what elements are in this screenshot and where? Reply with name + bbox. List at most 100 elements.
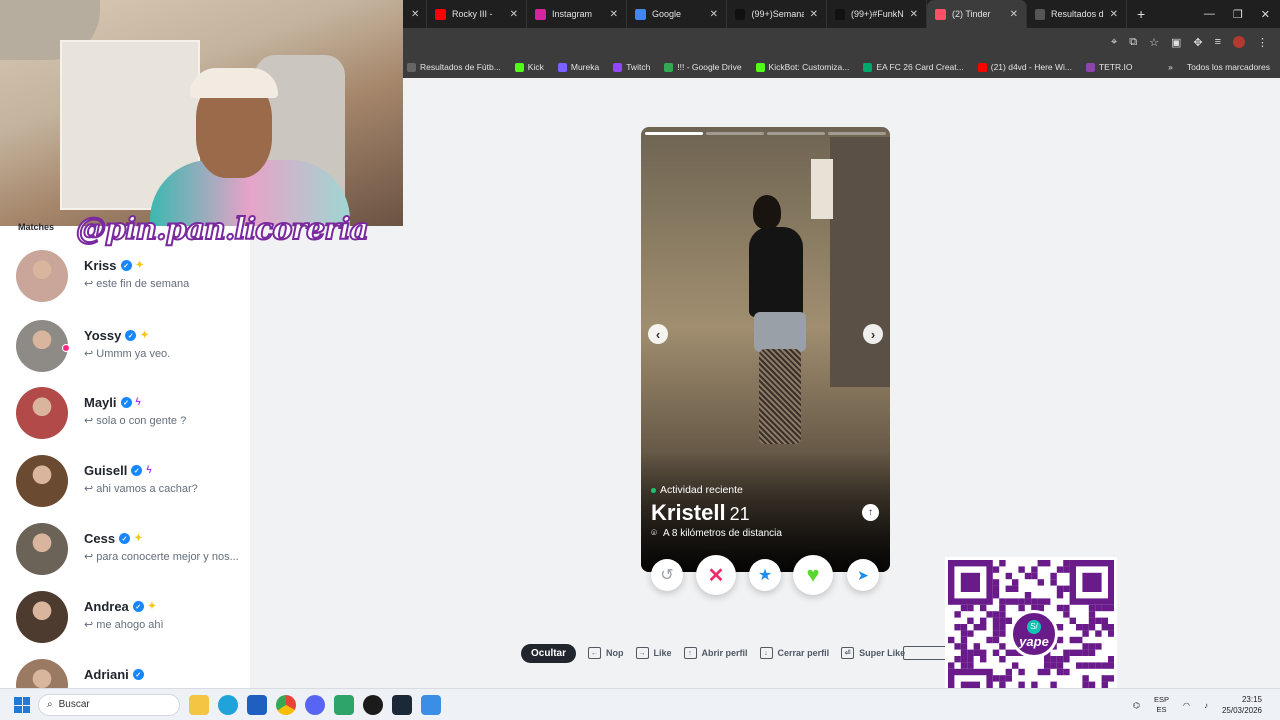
notepad-icon[interactable]	[334, 694, 354, 715]
bookmark-item[interactable]: KickBot: Customiza...	[755, 62, 849, 72]
hide-shortcuts-button[interactable]: Ocultar	[521, 643, 577, 663]
bookmark-item[interactable]: EA FC 26 Card Creat...	[863, 62, 964, 72]
photos-icon[interactable]	[421, 694, 441, 715]
match-badge-icon: ✦	[135, 260, 144, 271]
avatar[interactable]	[16, 523, 68, 575]
close-tab-icon[interactable]: ✕	[1010, 9, 1018, 20]
rewind-button[interactable]: ↺	[651, 559, 683, 591]
matches-label[interactable]: Matches	[18, 222, 54, 232]
profile-card[interactable]: ‹ › Actividad reciente Kristell 21 ⌾ A 8 …	[641, 127, 890, 572]
close-tab-icon[interactable]: ✕	[910, 9, 918, 20]
close-tab-icon[interactable]: ✕	[610, 9, 618, 20]
qr-module	[980, 624, 987, 631]
avatar[interactable]	[16, 320, 68, 372]
qr-module	[1037, 598, 1044, 605]
browser-tab[interactable]: ✕	[403, 0, 427, 28]
avatar[interactable]	[16, 250, 68, 302]
close-tab-icon[interactable]: ✕	[810, 9, 818, 20]
tab-favicon-icon	[835, 8, 846, 20]
taskbar-search[interactable]: ⌕ Buscar	[38, 693, 180, 716]
close-tab-icon[interactable]: ✕	[411, 9, 419, 20]
bookmark-item[interactable]: Kick	[514, 62, 544, 72]
extension-icon[interactable]: ▣	[1171, 36, 1181, 49]
match-item[interactable]: Kriss ✓ ✦ ↩ este fin de semana	[16, 250, 248, 306]
close-tab-icon[interactable]: ✕	[1110, 9, 1118, 20]
store-icon[interactable]	[247, 694, 267, 715]
close-tab-icon[interactable]: ✕	[710, 9, 718, 20]
profile-avatar-icon[interactable]	[1233, 36, 1245, 48]
bookmark-item[interactable]: !!! - Google Drive	[664, 62, 742, 72]
media-icon[interactable]: ≡	[1215, 36, 1221, 48]
close-window-icon[interactable]: ✕	[1261, 8, 1270, 21]
qr-module	[999, 643, 1006, 650]
browser-tab[interactable]: Resultados de ✕	[1027, 0, 1127, 28]
boost-button[interactable]: ➤	[847, 559, 879, 591]
qr-module	[999, 624, 1006, 631]
all-bookmarks-link[interactable]: Todos los marcadores	[1187, 62, 1270, 72]
qr-module	[1076, 624, 1083, 631]
avatar[interactable]	[16, 591, 68, 643]
minimize-icon[interactable]: —	[1204, 8, 1215, 21]
search-label: Buscar	[58, 699, 90, 710]
bookmark-item[interactable]: TETR.IO	[1085, 62, 1133, 72]
language-indicator[interactable]: ESP ES	[1154, 695, 1169, 715]
browser-tab[interactable]: Instagram ✕	[527, 0, 627, 28]
install-icon[interactable]: ⧉	[1129, 36, 1137, 49]
wifi-icon[interactable]: ◠	[1183, 701, 1190, 710]
avatar[interactable]	[16, 455, 68, 507]
prev-photo-button[interactable]: ‹	[648, 324, 668, 344]
like-button[interactable]: ♥	[793, 555, 833, 595]
photo-subject-skirt	[754, 312, 806, 352]
browser-tab[interactable]: Google ✕	[627, 0, 727, 28]
photo-subject-legs	[759, 349, 801, 444]
browser-tab[interactable]: (2) Tinder ✕	[927, 0, 1027, 28]
avatar[interactable]	[16, 659, 68, 688]
browser-tab[interactable]: (99+)Semana ✕	[727, 0, 827, 28]
discord-icon[interactable]	[305, 694, 325, 715]
open-profile-button[interactable]: ↑	[862, 504, 879, 521]
menu-icon[interactable]: ⋮	[1257, 36, 1268, 49]
start-icon[interactable]	[14, 697, 30, 713]
nope-button[interactable]: ✕	[696, 555, 736, 595]
qr-module	[992, 611, 1000, 618]
qr-module	[960, 656, 968, 663]
bookmark-item[interactable]: (21) d4vd - Here Wi...	[977, 62, 1072, 72]
new-tab-button[interactable]: +	[1127, 6, 1155, 22]
shortcut-item: ↑ Abrir perfil	[683, 647, 748, 659]
file-explorer-icon[interactable]	[189, 694, 209, 715]
photo-progress-segment	[828, 132, 886, 135]
volume-icon[interactable]: ♪	[1204, 701, 1208, 710]
match-item[interactable]: Adriani ✓	[16, 659, 248, 688]
match-item[interactable]: Mayli ✓ ϟ ↩ sola o con gente ?	[16, 387, 248, 443]
match-item[interactable]: Guisell ✓ ϟ ↩ ahi vamos a cachar?	[16, 455, 248, 511]
steam-icon[interactable]	[392, 694, 412, 715]
avatar[interactable]	[16, 387, 68, 439]
bookmark-item[interactable]: Twitch	[613, 62, 650, 72]
maximize-icon[interactable]: ❐	[1233, 8, 1243, 21]
browser-tab[interactable]: (99+)#FunkNo ✕	[827, 0, 927, 28]
bookmark-label: Mureka	[570, 62, 600, 72]
next-photo-button[interactable]: ›	[863, 324, 883, 344]
clock[interactable]: 23:15 25/03/2026	[1222, 694, 1262, 716]
bookmark-item[interactable]: Resultados de Fútb...	[407, 62, 501, 72]
qr-module	[1005, 668, 1012, 676]
obs-icon[interactable]	[363, 694, 383, 715]
bookmark-item[interactable]: Mureka	[557, 62, 600, 72]
qr-module	[1037, 668, 1044, 676]
bookmark-star-icon[interactable]: ☆	[1149, 36, 1159, 49]
puzzle-icon[interactable]: ✥	[1193, 36, 1202, 49]
window-controls: — ❐ ✕	[1204, 8, 1280, 21]
match-item[interactable]: Yossy ✓ ✦ ↩ Ummm ya veo.	[16, 320, 248, 376]
network-icon[interactable]: ⌬	[1133, 701, 1140, 710]
close-tab-icon[interactable]: ✕	[510, 9, 518, 20]
location-icon[interactable]: ⌖	[1111, 36, 1117, 49]
edge-icon[interactable]	[218, 694, 238, 715]
qr-module	[1108, 656, 1114, 663]
browser-tab[interactable]: Rocky III - ✕	[427, 0, 527, 28]
match-item[interactable]: Cess ✓ ✦ ↩ para conocerte mejor y nos...	[16, 523, 248, 579]
bookmarks-overflow-icon[interactable]: »	[1168, 62, 1173, 72]
chrome-icon[interactable]	[276, 694, 296, 715]
match-last-message: ↩ ahi vamos a cachar?	[84, 482, 198, 495]
match-item[interactable]: Andrea ✓ ✦ ↩ me ahogo ahì	[16, 591, 248, 647]
superlike-button[interactable]: ★	[749, 559, 781, 591]
